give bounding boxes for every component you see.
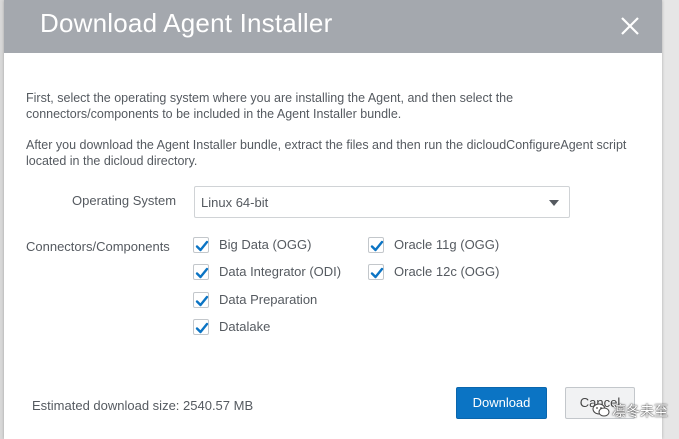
chevron-down-icon[interactable] [549, 200, 559, 206]
checkmark-icon [195, 322, 209, 334]
dialog-title: Download Agent Installer [40, 8, 333, 38]
checkbox-label: Datalake [219, 319, 271, 334]
checkmark-icon [195, 295, 209, 307]
dialog-header: Download Agent Installer [4, 0, 662, 53]
watermark: 凛冬未至 [592, 398, 676, 424]
checkbox-box[interactable] [368, 237, 384, 253]
wechat-icon [592, 403, 610, 417]
checkbox-label: Big Data (OGG) [219, 237, 312, 252]
checkmark-icon [370, 240, 384, 252]
watermark-text: 凛冬未至 [612, 404, 668, 420]
close-button[interactable] [616, 12, 644, 40]
checkbox-label: Oracle 12c (OGG) [394, 264, 500, 279]
backdrop-strip [662, 0, 679, 439]
checkbox-box[interactable] [193, 237, 209, 253]
intro-text: First, select the operating system where… [26, 91, 514, 121]
checkbox-label: Data Integrator (ODI) [219, 264, 342, 279]
download-button[interactable]: Download [456, 387, 547, 419]
checkbox-label: Oracle 11g (OGG) [394, 237, 500, 252]
close-icon[interactable] [616, 12, 644, 40]
estimated-size-text: Estimated download size: 2540.57 MB [32, 398, 254, 413]
os-select[interactable]: Linux 64-bit [194, 186, 570, 218]
checkbox-box[interactable] [193, 319, 209, 335]
checkbox-box[interactable] [193, 264, 209, 280]
checkmark-icon [195, 267, 209, 279]
checkbox-box[interactable] [368, 264, 384, 280]
checkmark-icon [370, 267, 384, 279]
download-agent-dialog: Download Agent Installer First, select t… [4, 0, 662, 439]
checkbox-label: Data Preparation [219, 292, 318, 307]
instructions-text: After you download the Agent Installer b… [26, 138, 627, 168]
checkbox-box[interactable] [193, 292, 209, 308]
checkmark-icon [195, 240, 209, 252]
components-label: Connectors/Components [26, 239, 170, 254]
os-select-value: Linux 64-bit [201, 195, 269, 210]
os-label: Operating System [72, 193, 177, 208]
